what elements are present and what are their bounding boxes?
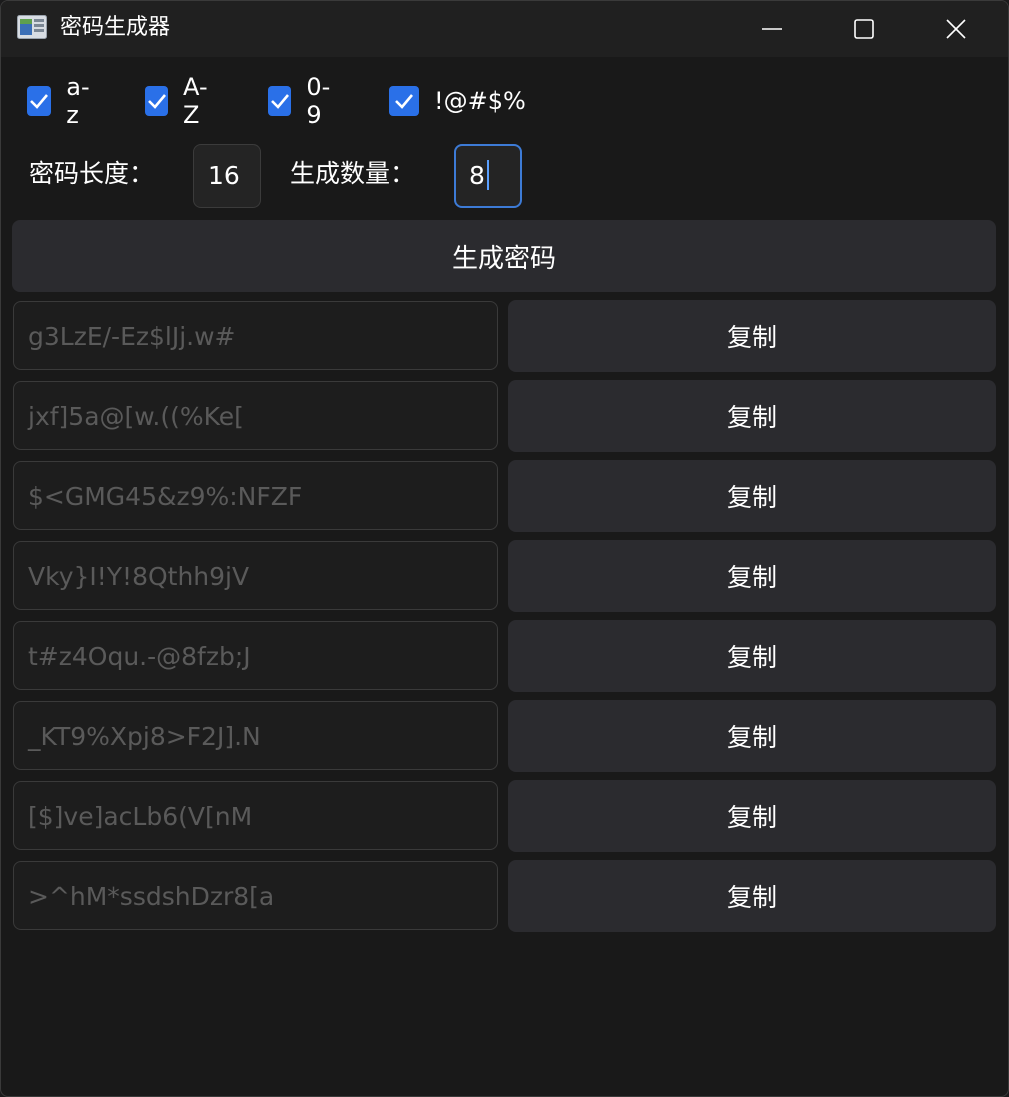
checkmark-icon: [30, 94, 49, 109]
checkbox-label: A-Z: [183, 73, 208, 129]
checkmark-icon: [147, 94, 166, 109]
checkbox-label: !@#$%: [434, 87, 526, 115]
checkmark-icon: [395, 94, 413, 109]
minimize-icon: [762, 28, 782, 30]
checkbox-box[interactable]: [268, 86, 292, 116]
copy-button[interactable]: 复制: [508, 540, 996, 612]
count-label: 生成数量：: [290, 159, 416, 188]
copy-button[interactable]: 复制: [508, 380, 996, 452]
password-field[interactable]: g3LzE/-Ez$lJj.w#: [13, 301, 498, 370]
count-value: 8: [469, 161, 485, 190]
password-row: [$]ve]acLb6(V[nM 复制: [1, 780, 1008, 853]
checkbox-box[interactable]: [389, 86, 419, 116]
checkbox-box[interactable]: [27, 86, 52, 116]
checkbox-symbols[interactable]: !@#$%: [389, 85, 526, 117]
password-row: t#z4Oqu.-@8fzb;J 复制: [1, 620, 1008, 693]
password-field[interactable]: t#z4Oqu.-@8fzb;J: [13, 621, 498, 690]
password-row: _KT9%Xpj8>F2J].N 复制: [1, 700, 1008, 773]
checkbox-lowercase[interactable]: a-z: [27, 73, 95, 129]
copy-button[interactable]: 复制: [508, 700, 996, 772]
password-field[interactable]: $<GMG45&z9%:NFZF: [13, 461, 498, 530]
title-bar[interactable]: 密码生成器: [1, 1, 1008, 57]
password-row: Vky}I!Y!8Qthh9jV 复制: [1, 540, 1008, 613]
copy-button[interactable]: 复制: [508, 300, 996, 372]
maximize-icon: [854, 19, 874, 39]
password-row: g3LzE/-Ez$lJj.w# 复制: [1, 300, 1008, 373]
close-button[interactable]: [910, 1, 1002, 57]
copy-button[interactable]: 复制: [508, 460, 996, 532]
minimize-button[interactable]: [726, 1, 818, 57]
password-field[interactable]: _KT9%Xpj8>F2J].N: [13, 701, 498, 770]
checkmark-icon: [270, 94, 289, 109]
app-window-icon: [17, 15, 47, 39]
length-input[interactable]: 16: [193, 144, 261, 208]
maximize-button[interactable]: [818, 1, 910, 57]
password-field[interactable]: [$]ve]acLb6(V[nM: [13, 781, 498, 850]
count-input[interactable]: 8: [454, 144, 522, 208]
checkbox-label: 0-9: [306, 73, 331, 129]
password-row: >^hM*ssdshDzr8[a 复制: [1, 860, 1008, 933]
copy-button[interactable]: 复制: [508, 620, 996, 692]
copy-button[interactable]: 复制: [508, 780, 996, 852]
length-value: 16: [208, 161, 240, 190]
checkbox-uppercase[interactable]: A-Z: [145, 73, 215, 129]
password-row: $<GMG45&z9%:NFZF 复制: [1, 460, 1008, 533]
window-title: 密码生成器: [60, 15, 171, 40]
checkbox-digits[interactable]: 0-9: [268, 73, 337, 129]
checkbox-box[interactable]: [145, 86, 169, 116]
password-field[interactable]: >^hM*ssdshDzr8[a: [13, 861, 498, 930]
text-caret: [486, 160, 489, 190]
generate-button[interactable]: 生成密码: [12, 220, 996, 292]
close-icon: [946, 19, 966, 39]
app-window: 密码生成器 a-z A-Z 0-9 !@#$% 密码长度： 16 生成数量： 8…: [0, 0, 1009, 1097]
password-field[interactable]: jxf]5a@[w.((%Ke[: [13, 381, 498, 450]
checkbox-label: a-z: [66, 73, 90, 129]
length-label: 密码长度：: [29, 159, 155, 188]
password-field[interactable]: Vky}I!Y!8Qthh9jV: [13, 541, 498, 610]
copy-button[interactable]: 复制: [508, 860, 996, 932]
password-row: jxf]5a@[w.((%Ke[ 复制: [1, 380, 1008, 453]
